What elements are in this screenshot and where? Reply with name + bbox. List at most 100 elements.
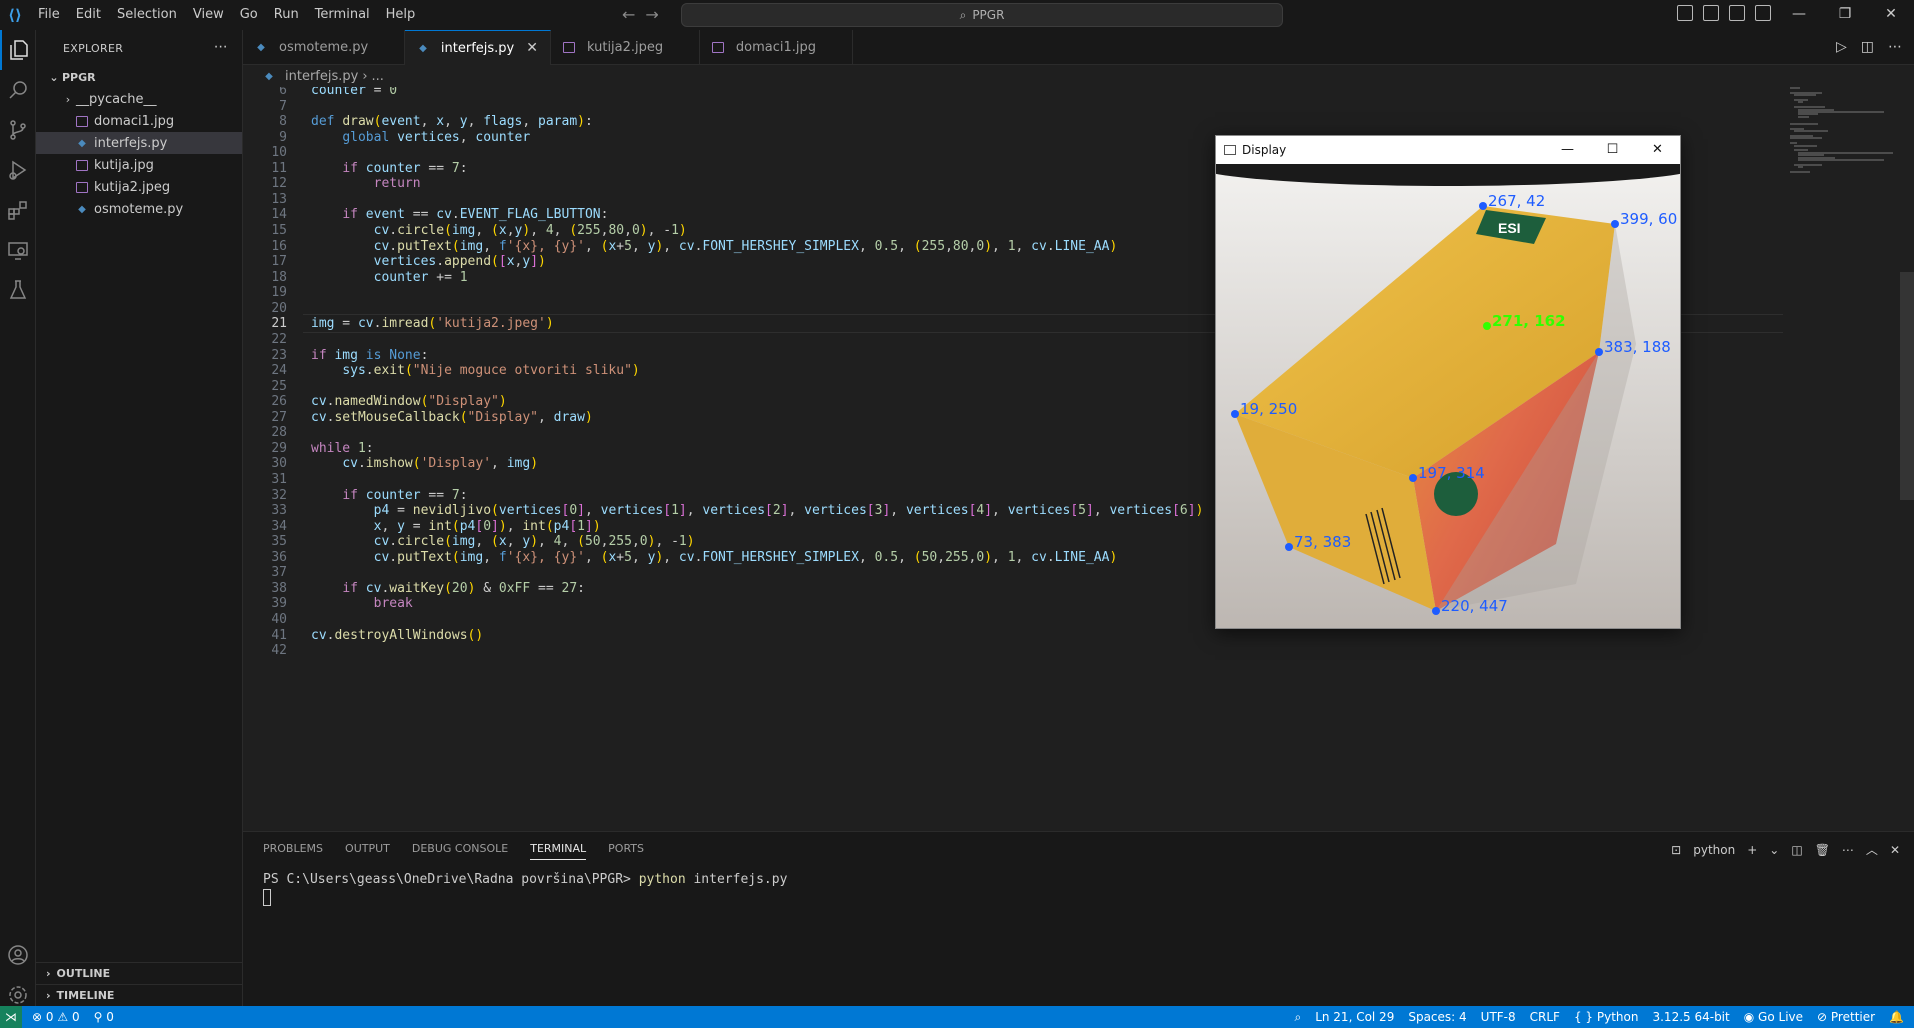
menu-go[interactable]: Go [232,0,266,30]
display-window-titlebar[interactable]: Display — ☐ ✕ [1216,136,1680,164]
extensions-icon[interactable] [0,190,36,230]
more-actions-icon[interactable]: ⋯ [1842,843,1854,857]
menu-edit[interactable]: Edit [68,0,109,30]
go-live-label: Go Live [1758,1010,1804,1024]
breadcrumb-rest[interactable]: ... [372,69,384,84]
trash-icon[interactable]: 🗑 [1815,843,1830,857]
tab-terminal[interactable]: TERMINAL [530,842,587,860]
chevron-down-icon[interactable]: ⌄ [1769,843,1779,857]
notifications-bell-icon[interactable]: 🔔 [1889,1010,1904,1024]
accounts-icon[interactable] [0,935,36,975]
source-control-icon[interactable] [0,110,36,150]
menu-terminal[interactable]: Terminal [307,0,378,30]
search-view-icon[interactable] [0,70,36,110]
line-ending[interactable]: CRLF [1530,1010,1560,1024]
tab-debug-console[interactable]: DEBUG CONSOLE [412,842,508,860]
tree-item-kutija2[interactable]: kutija2.jpeg [36,176,242,198]
tab-domaci1[interactable]: domaci1.jpg ✕ [700,30,853,65]
menu-selection[interactable]: Selection [109,0,185,30]
maximize-icon[interactable]: ☐ [1590,136,1635,164]
menu-help[interactable]: Help [378,0,424,30]
outline-section[interactable]: › OUTLINE [36,962,243,984]
indentation[interactable]: Spaces: 4 [1408,1010,1466,1024]
tab-output[interactable]: OUTPUT [345,842,390,860]
encoding[interactable]: UTF-8 [1481,1010,1516,1024]
cursor-position[interactable]: Ln 21, Col 29 [1315,1010,1394,1024]
split-editor-icon[interactable]: ◫ [1861,39,1874,55]
tree-item-label: __pycache__ [76,91,157,107]
outline-label: OUTLINE [56,967,111,980]
tree-item-label: osmoteme.py [94,201,184,217]
back-arrow-icon[interactable]: ← [622,5,635,24]
opencv-display-window[interactable]: Display — ☐ ✕ ESI 267, 42 399, 60 383, 1… [1215,135,1681,629]
tab-label: domaci1.jpg [735,40,817,55]
tab-kutija2[interactable]: kutija2.jpeg ✕ [551,30,700,65]
python-interpreter[interactable]: 3.12.5 64-bit [1652,1010,1729,1024]
maximize-panel-icon[interactable]: ︿ [1866,841,1878,858]
menu-run[interactable]: Run [266,0,307,30]
close-icon[interactable]: ✕ [1868,0,1914,30]
breadcrumb-file[interactable]: interfejs.py [285,69,358,84]
minimap[interactable] [1790,87,1900,187]
minimap-line [1790,123,1818,125]
remote-explorer-icon[interactable] [0,230,36,270]
status-right: ⌕ Ln 21, Col 29 Spaces: 4 UTF-8 CRLF { }… [1294,1006,1904,1028]
tree-item-interfejs[interactable]: ◆ interfejs.py [36,132,242,154]
menu-view[interactable]: View [185,0,232,30]
timeline-section[interactable]: › TIMELINE [36,984,243,1006]
testing-icon[interactable] [0,270,36,310]
language-mode[interactable]: { } Python [1574,1010,1639,1024]
panel-actions: ⊡ python + ⌄ ◫ 🗑 ⋯ ︿ ✕ [1671,841,1900,858]
tab-ports[interactable]: PORTS [608,842,644,860]
toggle-secondary-sidebar-icon[interactable] [1729,5,1745,21]
image-file-icon [76,115,88,127]
shell-label[interactable]: python [1693,843,1735,857]
explorer-icon[interactable] [0,30,36,70]
split-terminal-icon[interactable]: ◫ [1791,843,1802,857]
zoom-icon[interactable]: ⌕ [1294,1010,1301,1025]
tab-close-icon[interactable]: ✕ [526,40,538,56]
command-center-search[interactable]: ⌕ PPGR [681,3,1283,27]
toggle-sidebar-icon[interactable] [1677,5,1693,21]
more-actions-icon[interactable]: ⋯ [214,39,228,55]
minimap-line [1798,166,1803,169]
point-label: 267, 42 [1488,192,1545,210]
editor-tabs: ◆ osmoteme.py ✕ ◆ interfejs.py ✕ kutija2… [243,30,1914,65]
terminal-output[interactable]: PS C:\Users\geass\OneDrive\Radna površin… [263,872,787,887]
ports-status[interactable]: ⚲ 0 [94,1010,114,1024]
more-actions-icon[interactable]: ⋯ [1888,39,1902,55]
run-debug-icon[interactable] [0,150,36,190]
editor-scrollbar[interactable] [1900,272,1914,500]
vscode-logo-icon: ⟨⟩ [8,6,22,24]
minimize-icon[interactable]: — [1545,136,1590,164]
remote-indicator-icon[interactable]: ⋊ [0,1006,22,1028]
tab-osmoteme[interactable]: ◆ osmoteme.py ✕ [243,30,405,65]
tree-item-pycache[interactable]: › __pycache__ [36,88,242,110]
minimize-icon[interactable]: — [1776,0,1822,30]
problems-status[interactable]: ⊗ 0 ⚠ 0 [32,1010,80,1024]
point-marker [1285,543,1293,551]
tree-item-kutija[interactable]: kutija.jpg [36,154,242,176]
menu-file[interactable]: File [30,0,68,30]
broadcast-icon: ⚲ [93,1010,103,1024]
close-icon[interactable]: ✕ [1635,136,1680,164]
tab-problems[interactable]: PROBLEMS [263,842,323,860]
tab-interfejs[interactable]: ◆ interfejs.py ✕ [404,30,551,65]
prettier-button[interactable]: ⊘ Prettier [1817,1010,1875,1024]
go-live-button[interactable]: ◉ Go Live [1744,1010,1803,1024]
display-image[interactable]: ESI 267, 42 399, 60 383, 188 19, 250 197, 31… [1216,164,1680,628]
tree-item-osmoteme[interactable]: ◆ osmoteme.py [36,198,242,220]
run-file-icon[interactable]: ▷ [1836,39,1847,55]
folder-root[interactable]: ⌄ PPGR [36,66,242,88]
toggle-panel-icon[interactable] [1703,5,1719,21]
forward-arrow-icon[interactable]: → [645,5,658,24]
restore-icon[interactable]: ❐ [1822,0,1868,30]
close-panel-icon[interactable]: ✕ [1890,843,1900,857]
code-line[interactable]: 42 [243,641,1783,660]
customize-layout-icon[interactable] [1755,5,1771,21]
new-terminal-icon[interactable]: + [1747,843,1757,857]
chevron-right-icon: › [46,989,51,1002]
python-file-icon: ◆ [78,137,86,149]
tree-item-domaci1[interactable]: domaci1.jpg [36,110,242,132]
menu-bar: File Edit Selection View Go Run Terminal… [30,0,423,30]
